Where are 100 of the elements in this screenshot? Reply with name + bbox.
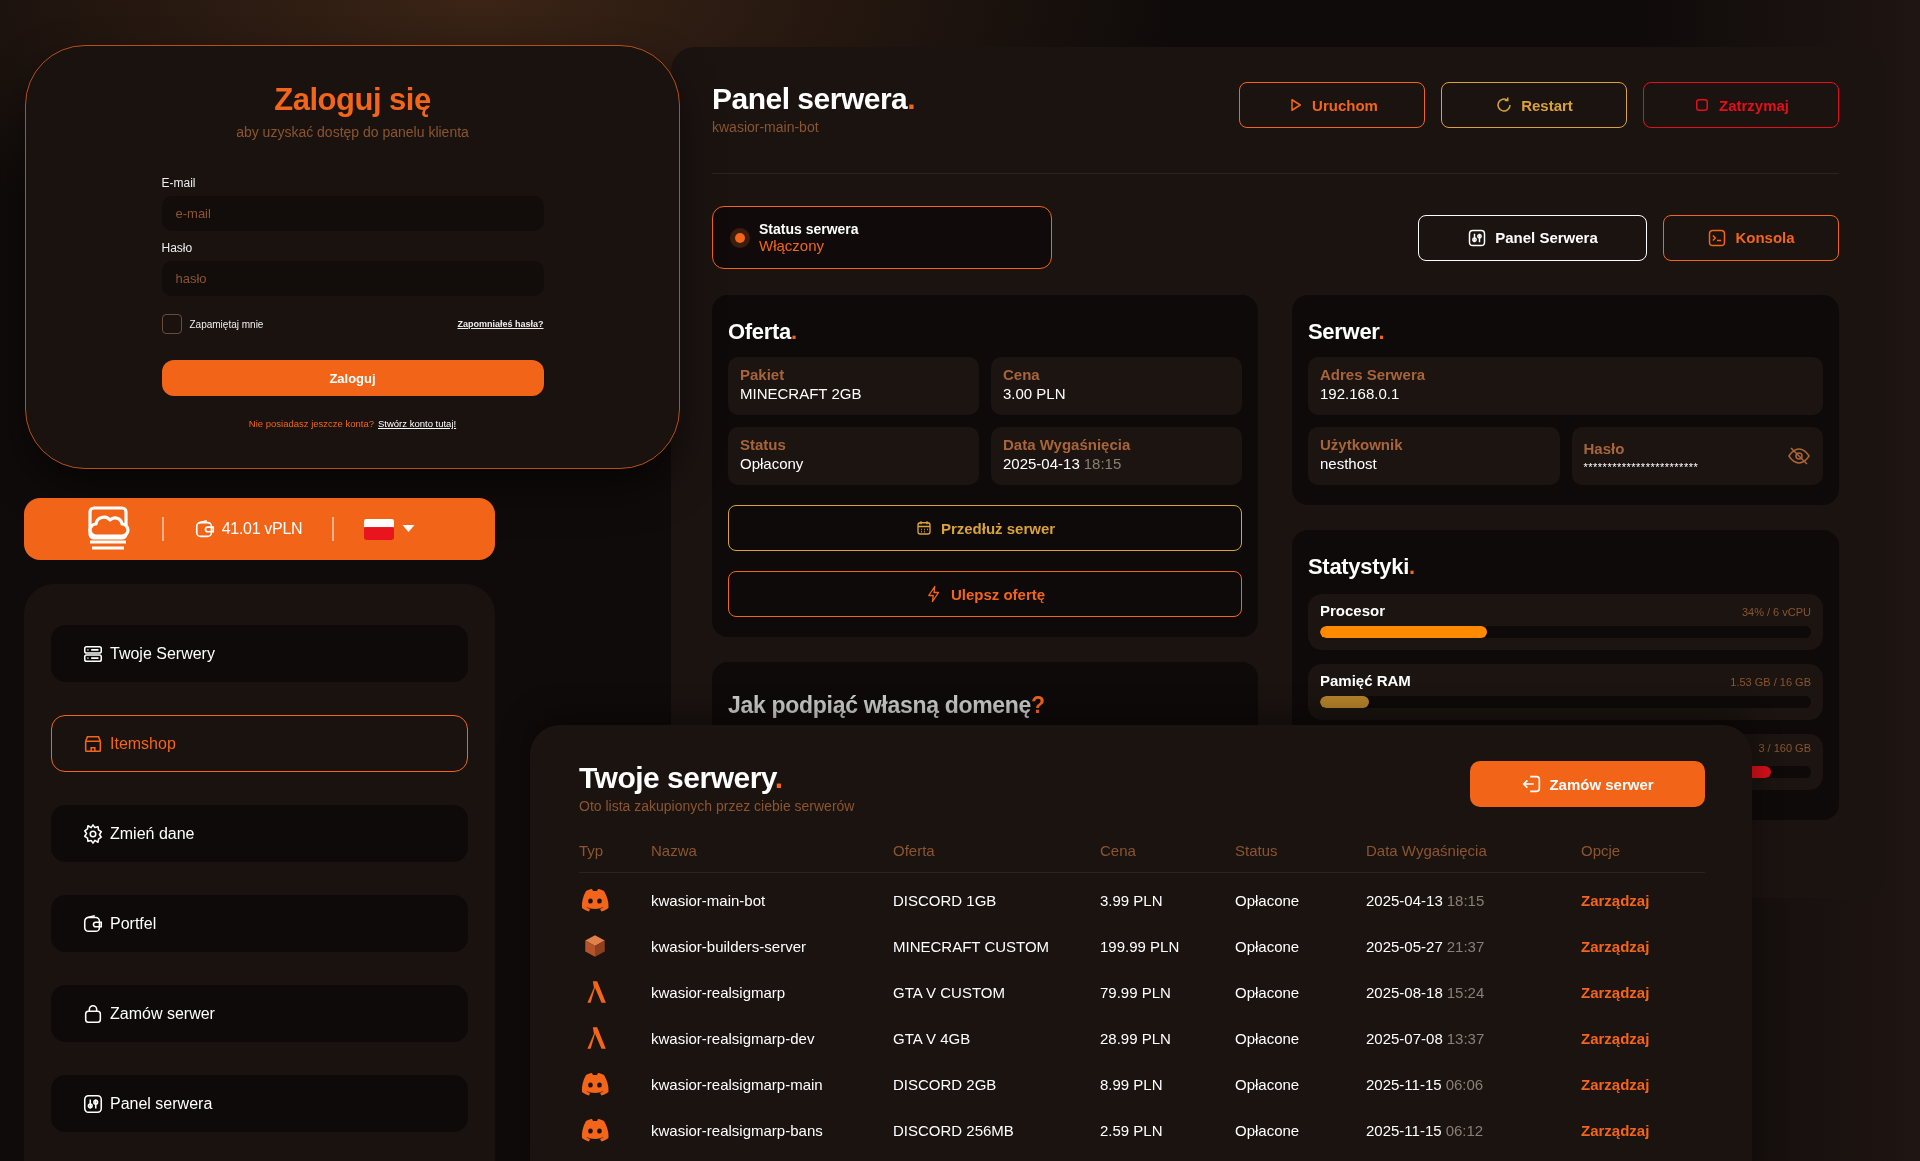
start-button[interactable]: Uruchom: [1239, 82, 1425, 128]
field-label: Hasło: [161, 241, 194, 255]
table-cell-text: Opłacone: [1235, 891, 1301, 909]
caret-icon[interactable]: [402, 525, 416, 533]
manage-link[interactable]: Zarządzaj: [1581, 891, 1650, 909]
field-label: Hasło: [1583, 439, 1626, 457]
extend-button[interactable]: Przedłuż serwer: [728, 505, 1242, 551]
table-cell-text: 2025-04-13 18:15: [1366, 891, 1486, 909]
table-cell-text: Opłacone: [1235, 937, 1301, 955]
field-value: 3.00 PLN: [1003, 385, 1067, 402]
stat-label: Procesor: [1320, 602, 1386, 619]
table-cell-text: 2025-11-15 06:06: [1366, 1075, 1485, 1093]
upgrade-button[interactable]: Ulepsz ofertę: [728, 571, 1242, 617]
table-cell-text: GTA V 4GB: [893, 1029, 972, 1047]
forgot-password-link[interactable]: Zapomniałeś hasła?: [457, 319, 544, 329]
server-name: kwasior-main-bot: [712, 119, 820, 135]
login-button[interactable]: Zaloguj: [161, 360, 544, 396]
controller-icon: [579, 887, 611, 913]
table-cell-text: Opłacone: [1235, 1029, 1301, 1047]
wallet-icon: [193, 518, 216, 540]
stat-reading: 1.53 GB / 16 GB: [1730, 676, 1811, 688]
table-cell-text: 199.99 PLN: [1100, 937, 1181, 955]
field-label: Pakiet: [740, 366, 786, 383]
table-cell-text: 8.99 PLN: [1100, 1075, 1164, 1093]
sidebar-item[interactable]: Zmień dane: [51, 805, 468, 862]
restart-button[interactable]: Restart: [1441, 82, 1627, 128]
table-cell-text: 2025-11-15 06:12: [1366, 1121, 1485, 1139]
sidebar-item[interactable]: Panel serwera: [51, 1075, 468, 1132]
stop-icon: [1693, 96, 1711, 114]
tab[interactable]: Panel Serwera: [1418, 214, 1647, 261]
panel-title: Twoje serwery.: [579, 761, 784, 794]
input-field[interactable]: hasło: [161, 261, 544, 296]
sliders-icon: [1467, 227, 1488, 248]
manage-link[interactable]: Zarządzaj: [1581, 983, 1650, 1001]
input-field[interactable]: e-mail: [161, 196, 544, 231]
column-header: Cena: [1100, 841, 1137, 859]
table-cell-text: kwasior-realsigmarp-main: [651, 1075, 824, 1093]
table-cell-text: DISCORD 2GB: [893, 1075, 998, 1093]
table-cell-text: 2025-07-08 13:37: [1366, 1029, 1486, 1047]
field-value: 2025-04-13 18:15: [1003, 455, 1123, 472]
order-server-button[interactable]: Zamów serwer: [1470, 761, 1705, 807]
field-label: Cena: [1003, 366, 1041, 383]
restart-icon: [1495, 96, 1514, 114]
bag-icon: [82, 1002, 104, 1025]
table-cell-text: 2025-08-18 15:24: [1366, 983, 1486, 1001]
panel-subtitle: Oto lista zakupionych przez ciebie serwerów: [579, 798, 855, 814]
card-title: Serwer.: [1308, 318, 1386, 345]
table-cell-text: DISCORD 1GB: [893, 891, 998, 909]
column-header: Status: [1235, 841, 1279, 859]
checkbox-label: Zapamiętaj mnie: [189, 318, 264, 330]
table-cell-text: DISCORD 256MB: [893, 1121, 1015, 1139]
stop-button[interactable]: Zatrzymaj: [1643, 82, 1839, 128]
table-cell-text: 28.99 PLN: [1100, 1029, 1172, 1047]
sidebar-item[interactable]: Portfel: [51, 895, 468, 952]
card-title: Oferta.: [728, 318, 798, 345]
field-label: Adres Serwera: [1320, 366, 1427, 383]
table-cell-text: 3.99 PLN: [1100, 891, 1164, 909]
status-label: Status serwera: [759, 221, 859, 237]
field-label: E-mail: [161, 176, 197, 190]
login-title: Zaloguj się: [274, 82, 431, 118]
manage-link[interactable]: Zarządzaj: [1581, 1029, 1650, 1047]
balance: 41.01 vPLN: [221, 520, 303, 538]
table-cell-text: kwasior-builders-server: [651, 937, 808, 955]
sidebar-item[interactable]: Twoje Serwery: [51, 625, 468, 682]
field-value: MINECRAFT 2GB: [740, 385, 863, 402]
wallet-icon: [82, 912, 104, 935]
table-cell-text: kwasior-main-bot: [651, 891, 767, 909]
table-cell-text: 2.59 PLN: [1100, 1121, 1164, 1139]
status-value: Włączony: [759, 237, 826, 254]
flag-icon[interactable]: [364, 518, 395, 540]
sliders-icon: [82, 1092, 104, 1115]
terminal-icon: [1707, 227, 1728, 248]
column-header: Typ: [579, 841, 605, 859]
table-cell-text: Opłacone: [1235, 983, 1301, 1001]
field-label: Użytkownik: [1320, 436, 1404, 453]
table-cell-text: MINECRAFT CUSTOM: [893, 937, 1051, 955]
calendar-icon: [914, 519, 933, 537]
table-cell-text: 2025-05-27 21:37: [1366, 937, 1486, 955]
field-value: 192.168.0.1: [1320, 385, 1401, 402]
column-header: Oferta: [893, 841, 936, 859]
table-cell-text: Opłacone: [1235, 1075, 1301, 1093]
controller-icon: [579, 1117, 611, 1143]
manage-link[interactable]: Zarządzaj: [1581, 1075, 1650, 1093]
column-header: Data Wygaśnięcia: [1366, 841, 1488, 859]
tab[interactable]: Konsola: [1663, 214, 1839, 261]
manage-link[interactable]: Zarządzaj: [1581, 1121, 1650, 1139]
field-value: nesthost: [1320, 455, 1378, 472]
manage-link[interactable]: Zarządzaj: [1581, 937, 1650, 955]
settings-icon: [82, 822, 104, 845]
column-header: Nazwa: [651, 841, 698, 859]
checkbox[interactable]: [161, 314, 182, 334]
card-title: Statystyki.: [1308, 553, 1416, 580]
table-cell-text: 79.99 PLN: [1100, 983, 1172, 1001]
stat-label: Pamięć RAM: [1320, 672, 1411, 689]
stat-reading: 34% / 6 vCPU: [1741, 606, 1811, 618]
table-cell-text: kwasior-realsigmarp-bans: [651, 1121, 824, 1139]
sidebar-item[interactable]: Zamów serwer: [51, 985, 468, 1042]
sidebar-item[interactable]: Itemshop: [51, 715, 468, 772]
stat-reading: 3 / 160 GB: [1758, 742, 1811, 754]
register-link[interactable]: Stwórz konto tutaj!: [378, 418, 457, 429]
